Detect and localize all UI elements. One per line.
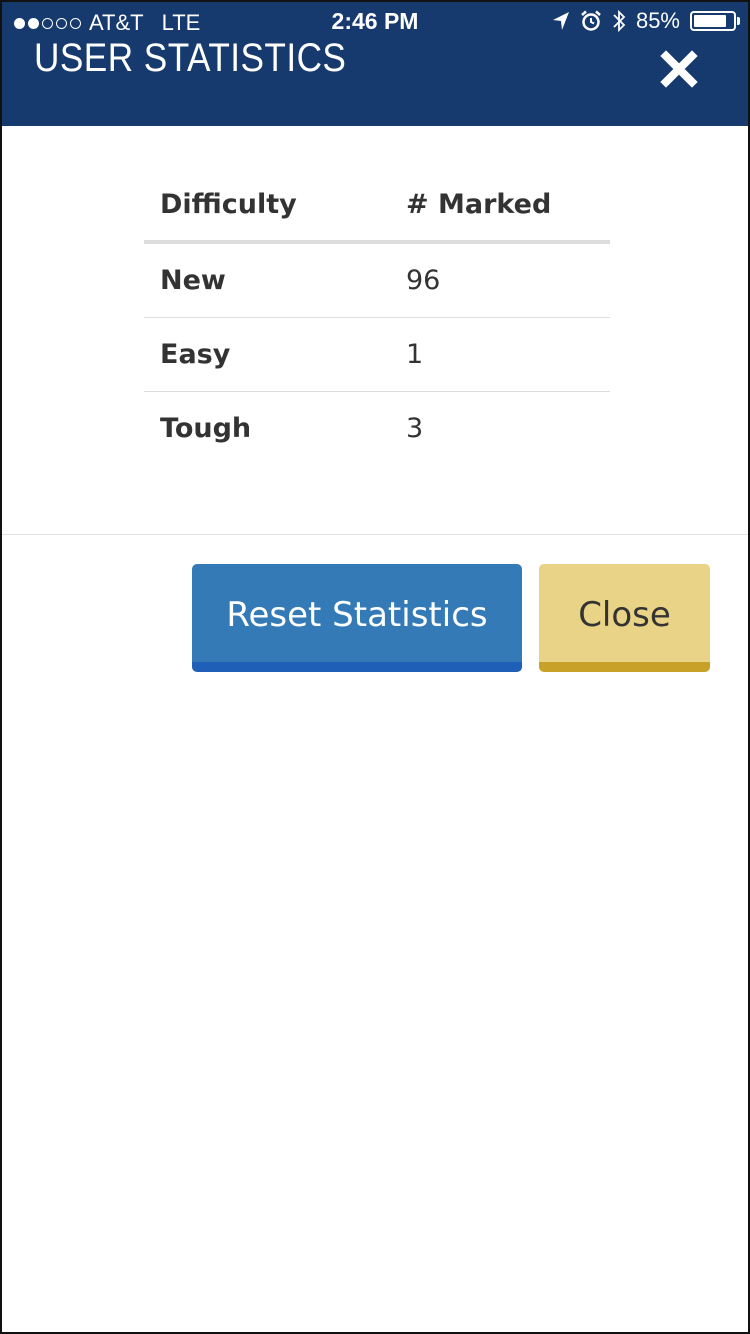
status-right: 85%: [552, 8, 740, 34]
battery-icon: [690, 11, 740, 31]
marked-count-cell: 96: [406, 265, 441, 296]
battery-percent: 85%: [635, 8, 680, 33]
difficulty-cell: Tough: [144, 391, 390, 465]
column-header-marked: # Marked: [390, 168, 610, 244]
table-row: New 96: [144, 242, 610, 318]
page-title: USER STATISTICS: [34, 36, 347, 80]
close-button[interactable]: Close: [539, 564, 710, 672]
footer-divider: [2, 534, 748, 535]
table-row: Tough 3: [144, 391, 610, 465]
alarm-clock-icon: [581, 10, 601, 31]
close-icon[interactable]: [658, 48, 700, 90]
difficulty-cell: New: [160, 265, 226, 296]
statistics-table: Difficulty # Marked New 96 Easy 1 Tough …: [144, 168, 610, 465]
reset-statistics-button[interactable]: Reset Statistics: [192, 564, 522, 672]
table-header-row: Difficulty # Marked: [144, 168, 610, 244]
modal-header: AT&T LTE 2:46 PM 85% USER STATISTICS: [2, 2, 748, 126]
bluetooth-icon: [613, 9, 626, 33]
marked-count-cell: 1: [390, 317, 610, 392]
marked-count-cell: 3: [390, 391, 610, 465]
location-arrow-icon: [552, 12, 569, 30]
app-screen: AT&T LTE 2:46 PM 85% USER STATISTICS Dif…: [0, 0, 750, 1334]
difficulty-cell: Easy: [144, 317, 390, 392]
column-header-difficulty: Difficulty: [144, 168, 390, 244]
table-row: Easy 1: [144, 317, 610, 392]
